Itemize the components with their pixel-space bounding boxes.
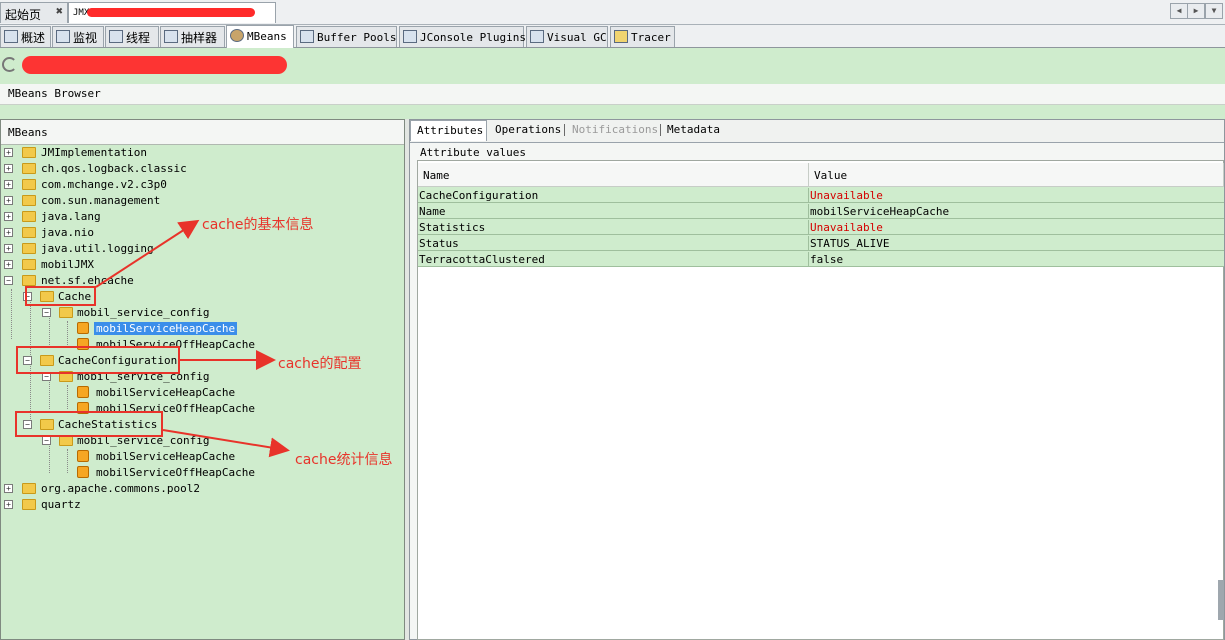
arrow-to-cache-info [95, 219, 200, 288]
annotation-cache-config: cache的配置 [278, 356, 362, 372]
annotation-cache-stats: cache统计信息 [295, 452, 393, 468]
arrow-to-cache-stats [162, 429, 290, 458]
annotation-cache-info: cache的基本信息 [202, 217, 314, 233]
annotation-arrows [95, 219, 290, 458]
